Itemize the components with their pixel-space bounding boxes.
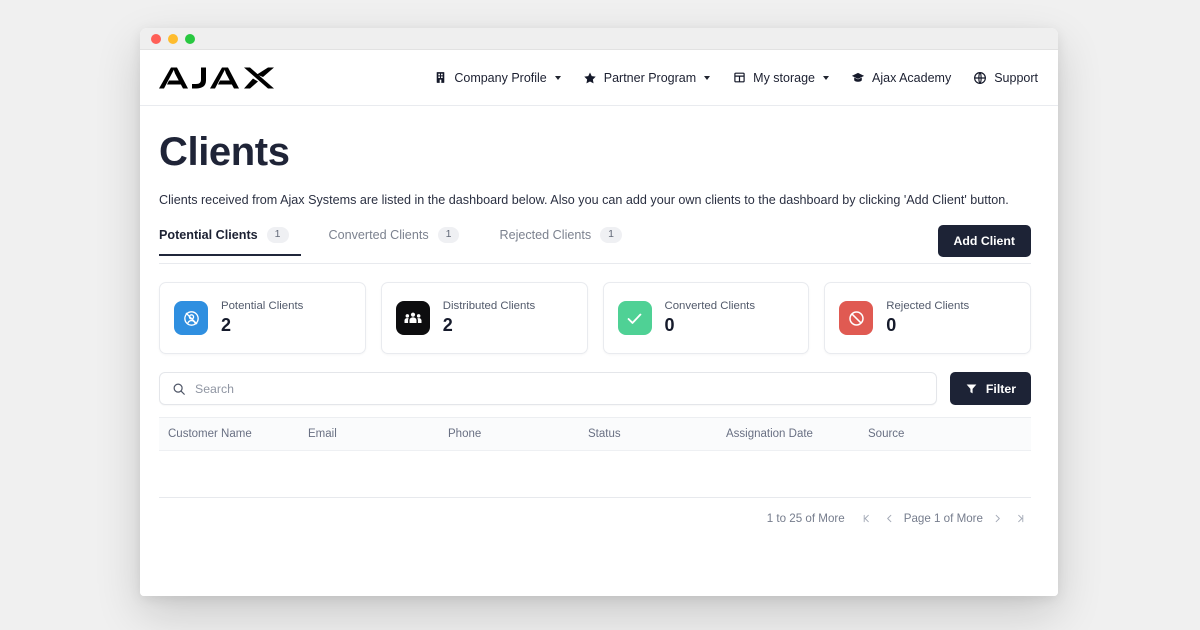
column-header-phone[interactable]: Phone: [448, 428, 588, 440]
tab-rejected-clients[interactable]: Rejected Clients 1: [499, 225, 650, 256]
column-header-source[interactable]: Source: [868, 428, 988, 440]
chevron-down-icon: [704, 75, 711, 80]
close-window-button[interactable]: [151, 33, 161, 44]
column-header-status[interactable]: Status: [588, 428, 726, 440]
nav-label-support: Support: [994, 70, 1038, 85]
tab-bar: Potential Clients 1 Converted Clients 1 …: [159, 225, 1031, 264]
stat-card-rejected-clients[interactable]: Rejected Clients 0: [824, 282, 1031, 354]
main-navigation: Company Profile Partner Program My stora…: [433, 71, 1038, 85]
people-group-icon: [395, 301, 430, 335]
page-description: Clients received from Ajax Systems are l…: [159, 193, 1009, 207]
chevron-down-icon: [823, 75, 829, 80]
filter-label: Filter: [985, 381, 1016, 396]
tab-converted-clients[interactable]: Converted Clients 1: [329, 225, 488, 256]
tab-badge: 1: [266, 227, 289, 243]
pagination: 1 to 25 of More Page 1 of More: [159, 498, 1031, 527]
stat-card-converted-clients[interactable]: Converted Clients 0: [602, 282, 810, 354]
nav-item-ajax-academy[interactable]: Ajax Academy: [851, 71, 951, 85]
chevron-down-icon: [554, 75, 561, 80]
nav-item-my-storage[interactable]: My storage: [732, 71, 829, 85]
target-user-icon: [174, 301, 208, 335]
table-header-row: Customer Name Email Phone Status Assigna…: [159, 418, 1031, 451]
next-page-icon[interactable]: [988, 509, 1006, 527]
stat-card-label: Potential Clients: [221, 299, 304, 312]
first-page-icon[interactable]: [858, 509, 876, 527]
search-box[interactable]: [159, 372, 937, 405]
column-header-email[interactable]: Email: [308, 428, 448, 440]
stat-card-value: 2: [221, 315, 232, 336]
pagination-controls: Page 1 of More: [858, 509, 1029, 527]
pagination-range: 1 to 25 of More: [766, 511, 845, 525]
nav-item-support[interactable]: Support: [973, 71, 1038, 85]
tabs: Potential Clients 1 Converted Clients 1 …: [159, 225, 662, 256]
filter-button[interactable]: Filter: [949, 372, 1031, 405]
maximize-window-button[interactable]: [185, 33, 195, 44]
prev-page-icon[interactable]: [881, 509, 899, 527]
tab-label: Potential Clients: [159, 227, 258, 242]
pagination-page: Page 1 of More: [903, 511, 983, 525]
nav-label-company-profile: Company Profile: [454, 70, 547, 85]
tab-label: Converted Clients: [328, 227, 429, 242]
column-header-customer-name[interactable]: Customer Name: [168, 428, 308, 440]
tab-label: Rejected Clients: [499, 227, 592, 242]
stat-card-value: 2: [442, 315, 453, 336]
stat-card-distributed-clients[interactable]: Distributed Clients 2: [380, 282, 588, 354]
tab-badge: 1: [600, 227, 623, 243]
nav-label-ajax-academy: Ajax Academy: [872, 70, 952, 85]
block-icon: [839, 301, 874, 335]
add-client-button[interactable]: Add Client: [937, 225, 1031, 257]
building-icon: [433, 71, 447, 85]
nav-label-my-storage: My storage: [753, 70, 815, 85]
nav-item-company-profile[interactable]: Company Profile: [433, 70, 561, 85]
column-header-assignation-date[interactable]: Assignation Date: [726, 428, 868, 440]
last-page-icon[interactable]: [1011, 509, 1029, 527]
tab-badge: 1: [437, 227, 460, 243]
stat-card-value: 0: [664, 315, 675, 336]
stat-card-label: Rejected Clients: [886, 299, 970, 312]
stat-card-potential-clients[interactable]: Potential Clients 2: [159, 282, 366, 354]
clients-table: Customer Name Email Phone Status Assigna…: [159, 417, 1031, 498]
stat-card-label: Distributed Clients: [442, 299, 536, 312]
minimize-window-button[interactable]: [168, 33, 178, 44]
nav-item-partner-program[interactable]: Partner Program: [583, 70, 711, 85]
tab-potential-clients[interactable]: Potential Clients 1: [159, 225, 301, 256]
box-icon: [732, 71, 746, 85]
search-input[interactable]: [195, 381, 924, 396]
stat-card-label: Converted Clients: [664, 299, 756, 312]
star-icon: [583, 71, 597, 85]
stat-card-value: 0: [886, 315, 897, 336]
column-header-actions: [988, 428, 1022, 440]
site-header: Company Profile Partner Program My stora…: [140, 50, 1058, 106]
check-icon: [617, 301, 652, 335]
table-body-empty: [159, 451, 1031, 497]
browser-window: Company Profile Partner Program My stora…: [140, 28, 1058, 596]
page-content: Clients Clients received from Ajax Syste…: [140, 106, 1058, 596]
graduation-cap-icon: [851, 71, 865, 85]
stat-cards: Potential Clients 2 Distributed Clients …: [159, 282, 1031, 354]
ajax-logo[interactable]: [158, 65, 276, 91]
search-row: Filter: [159, 372, 1031, 405]
funnel-icon: [966, 384, 977, 394]
search-icon: [173, 383, 185, 395]
globe-help-icon: [973, 71, 987, 85]
nav-label-partner-program: Partner Program: [603, 70, 697, 85]
window-titlebar: [140, 28, 1058, 50]
page-title: Clients: [159, 130, 290, 174]
